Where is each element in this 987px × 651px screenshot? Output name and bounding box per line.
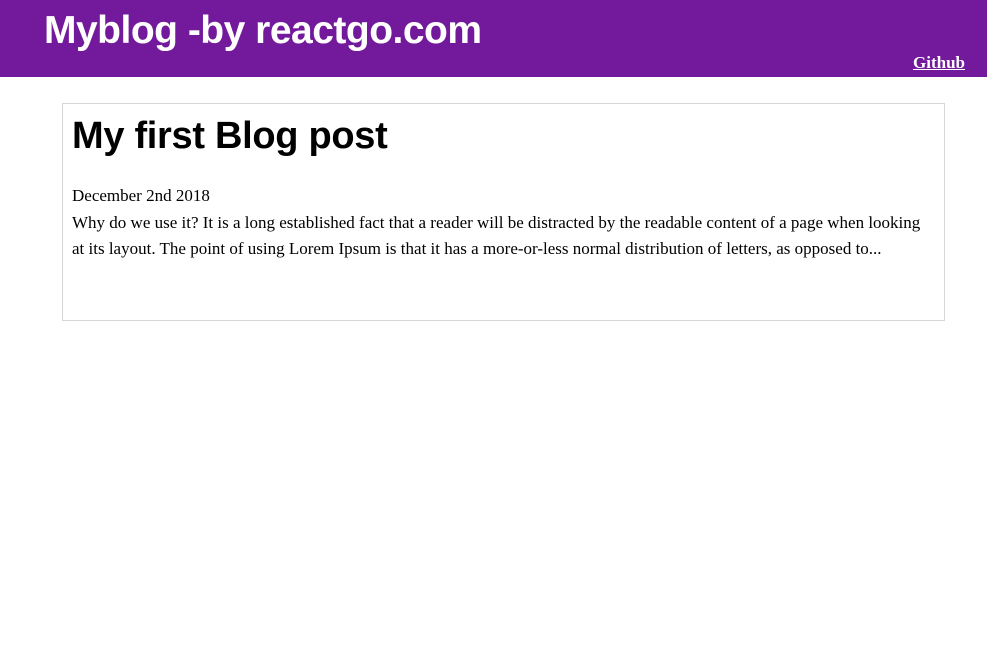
post-title[interactable]: My first Blog post: [72, 114, 388, 158]
blog-post-card: My first Blog post December 2nd 2018 Why…: [62, 103, 945, 321]
site-header: Myblog -by reactgo.com Github: [0, 0, 987, 77]
post-date: December 2nd 2018: [72, 186, 210, 205]
post-excerpt: Why do we use it? It is a long establish…: [72, 213, 921, 258]
site-title-link[interactable]: Myblog -by reactgo.com: [44, 8, 482, 54]
github-link[interactable]: Github: [913, 53, 965, 73]
